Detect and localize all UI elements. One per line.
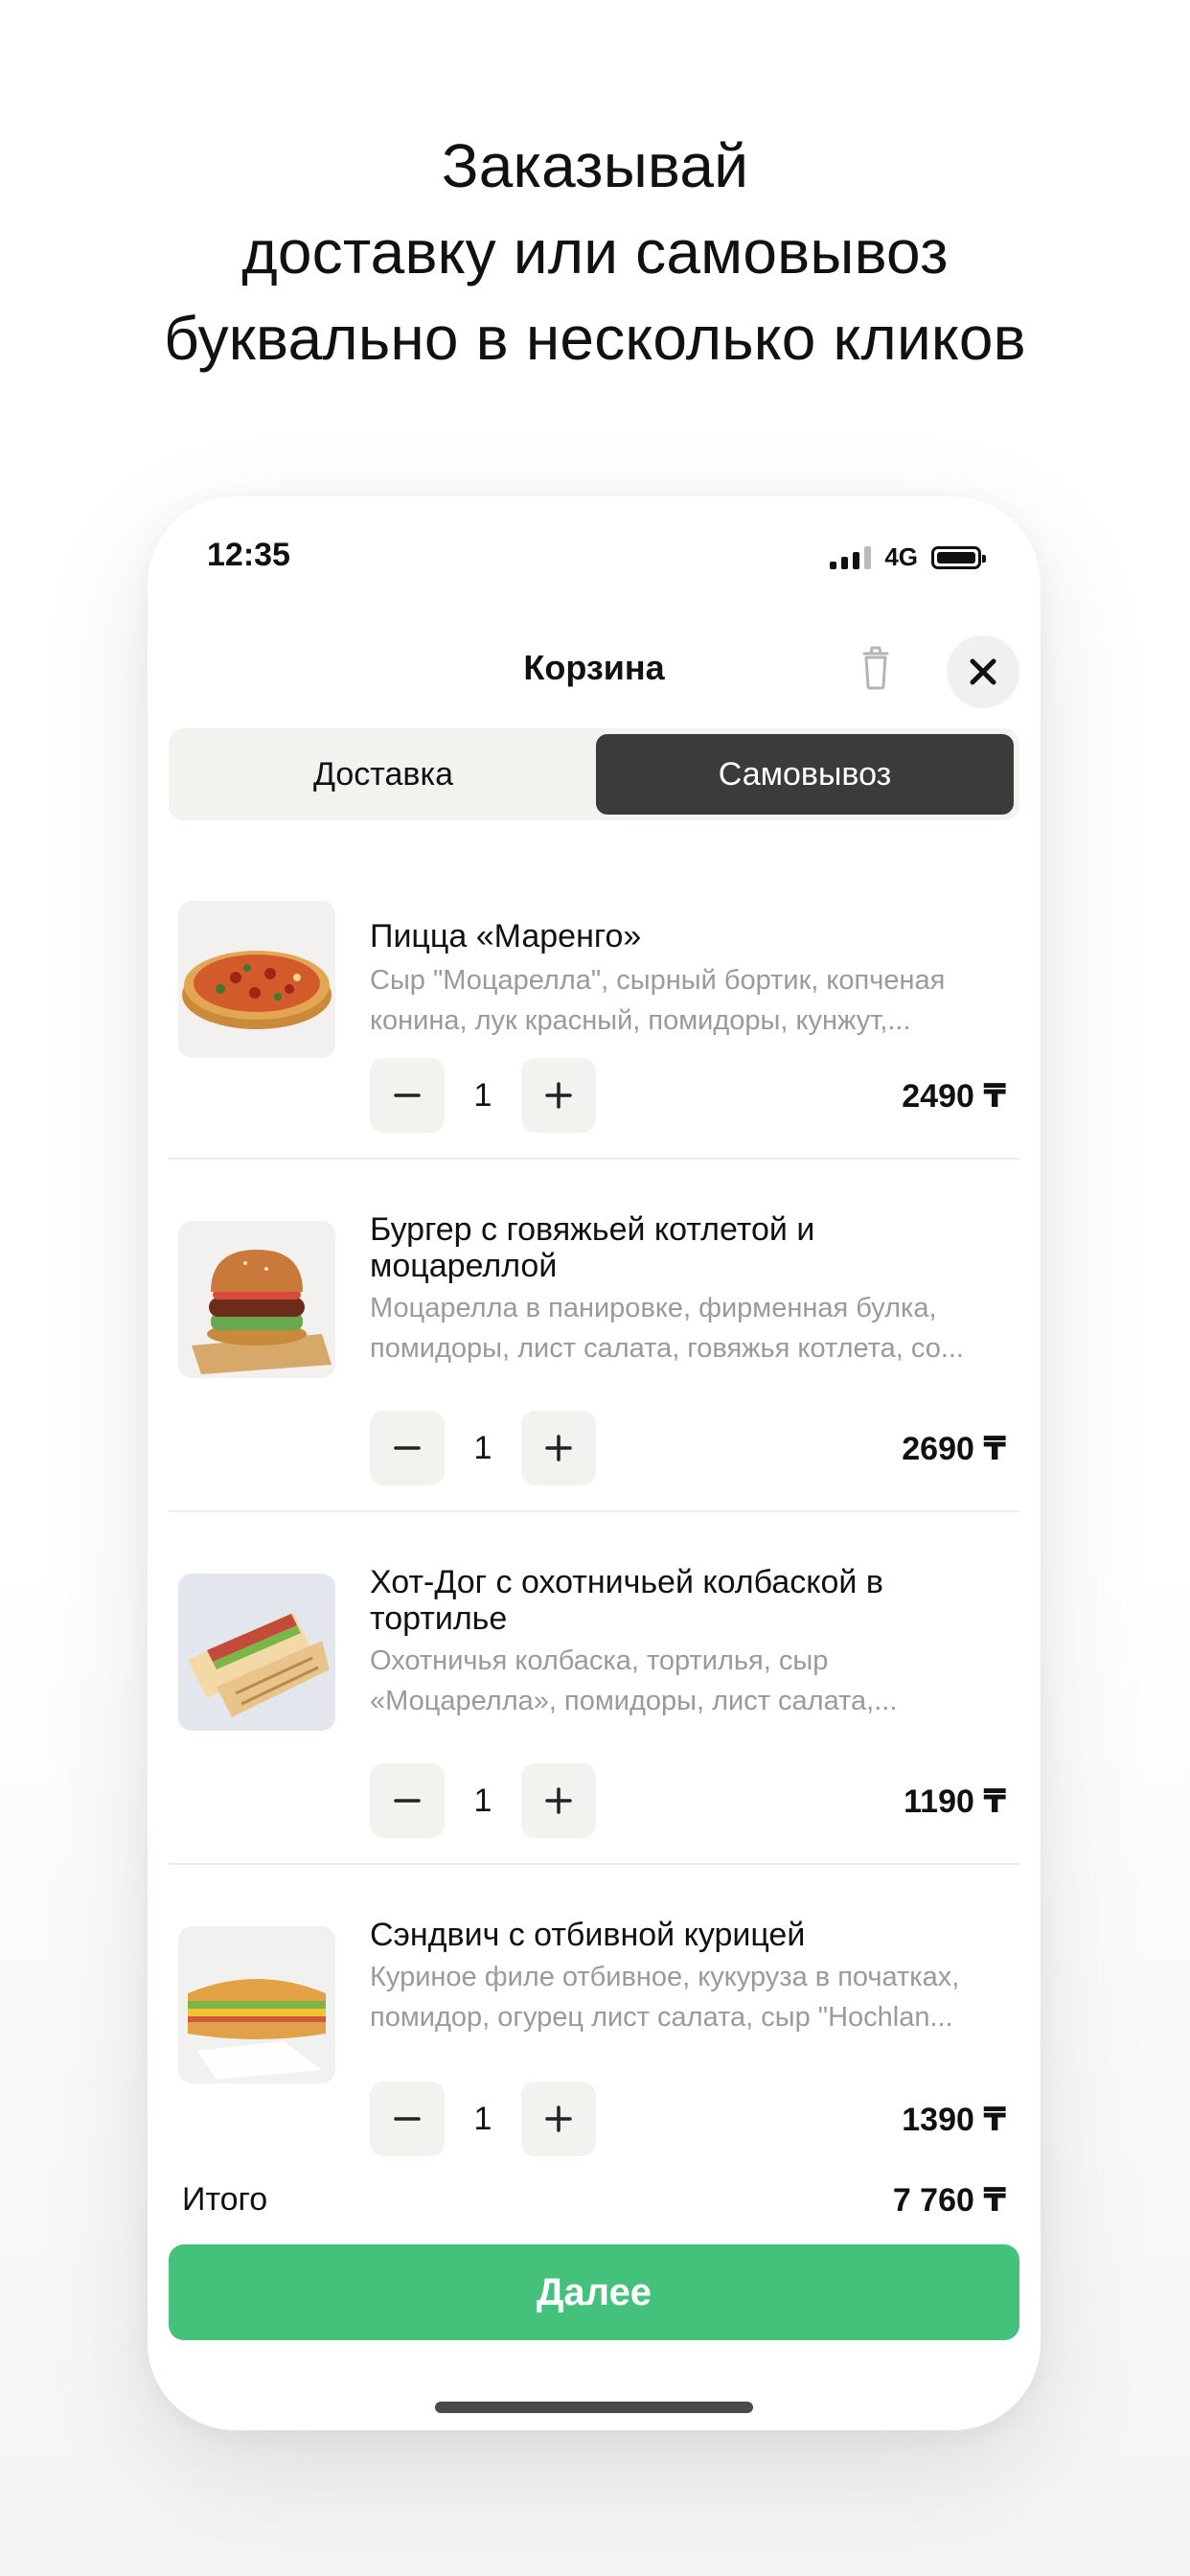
item-description: Сыр "Моцарелла", сырный бортик, копченая… bbox=[370, 965, 946, 1036]
headline-line-2: доставку или самовывоз bbox=[241, 218, 949, 287]
item-title: Хот-Дог с охотничьей колбаской в тортиль… bbox=[370, 1564, 883, 1637]
divider bbox=[169, 1158, 1019, 1160]
quantity-value: 1 bbox=[473, 1076, 492, 1114]
home-indicator[interactable] bbox=[435, 2402, 753, 2413]
item-price: 1190 ₸ bbox=[904, 1783, 1006, 1820]
next-button[interactable]: Далее bbox=[169, 2244, 1019, 2340]
item-title: Сэндвич с отбивной курицей bbox=[370, 1917, 806, 1953]
quantity-value: 1 bbox=[473, 1782, 492, 1819]
increase-button[interactable] bbox=[521, 1763, 596, 1838]
headline: Заказывай доставку или самовывоз букваль… bbox=[0, 123, 1190, 381]
item-description: Охотничья колбаска, тортилья, сыр «Моцар… bbox=[370, 1645, 898, 1716]
plus-icon bbox=[545, 2105, 572, 2132]
minus-icon bbox=[394, 1446, 421, 1450]
item-price: 2490 ₸ bbox=[902, 1078, 1006, 1115]
wrap-image bbox=[178, 1574, 335, 1731]
status-time: 12:35 bbox=[207, 537, 290, 573]
quantity-stepper: 1 bbox=[370, 1058, 596, 1133]
status-indicators: 4G bbox=[830, 542, 986, 572]
divider bbox=[169, 1863, 1019, 1865]
minus-icon bbox=[394, 1093, 421, 1097]
delivery-mode-switch: Доставка Самовывоз bbox=[169, 728, 1019, 820]
total-value: 7 760 ₸ bbox=[892, 2182, 1006, 2219]
increase-button[interactable] bbox=[521, 1411, 596, 1485]
tab-pickup[interactable]: Самовывоз bbox=[596, 734, 1014, 815]
item-title: Пицца «Маренго» bbox=[370, 918, 642, 954]
plus-icon bbox=[545, 1787, 572, 1814]
quantity-stepper: 1 bbox=[370, 1411, 596, 1485]
item-description: Куриное филе отбивное, кукуруза в початк… bbox=[370, 1962, 960, 2033]
headline-line-3: буквально в несколько кликов bbox=[164, 304, 1026, 373]
divider bbox=[169, 1510, 1019, 1512]
burger-image bbox=[178, 1221, 335, 1378]
item-price: 2690 ₸ bbox=[902, 1431, 1006, 1467]
headline-line-1: Заказывай bbox=[441, 131, 749, 200]
tab-delivery[interactable]: Доставка bbox=[174, 734, 592, 815]
close-icon bbox=[970, 658, 996, 685]
decrease-button[interactable] bbox=[370, 2082, 445, 2156]
trash-icon[interactable] bbox=[851, 640, 901, 694]
quantity-stepper: 1 bbox=[370, 1763, 596, 1838]
plus-icon bbox=[545, 1082, 572, 1109]
page-title: Корзина bbox=[523, 648, 665, 687]
decrease-button[interactable] bbox=[370, 1411, 445, 1485]
close-button[interactable] bbox=[947, 635, 1019, 708]
quantity-value: 1 bbox=[473, 2100, 492, 2137]
minus-icon bbox=[394, 1799, 421, 1803]
decrease-button[interactable] bbox=[370, 1763, 445, 1838]
network-label: 4G bbox=[884, 542, 918, 571]
minus-icon bbox=[394, 2117, 421, 2121]
increase-button[interactable] bbox=[521, 1058, 596, 1133]
pizza-image bbox=[178, 901, 335, 1058]
battery-icon bbox=[931, 545, 986, 569]
total-label: Итого bbox=[182, 2181, 268, 2218]
sandwich-image bbox=[178, 1926, 335, 2083]
phone-mockup: 12:35 4G Корзина Доставка Самовывоз Пицц… bbox=[148, 496, 1041, 2430]
item-description: Моцарелла в панировке, фирменная булка, … bbox=[370, 1293, 964, 1364]
plus-icon bbox=[545, 1435, 572, 1461]
signal-icon bbox=[830, 545, 872, 569]
decrease-button[interactable] bbox=[370, 1058, 445, 1133]
quantity-stepper: 1 bbox=[370, 2082, 596, 2156]
item-title: Бургер с говяжьей котлетой и моцареллой bbox=[370, 1211, 815, 1284]
increase-button[interactable] bbox=[521, 2082, 596, 2156]
quantity-value: 1 bbox=[473, 1429, 492, 1466]
item-price: 1390 ₸ bbox=[902, 2102, 1006, 2138]
